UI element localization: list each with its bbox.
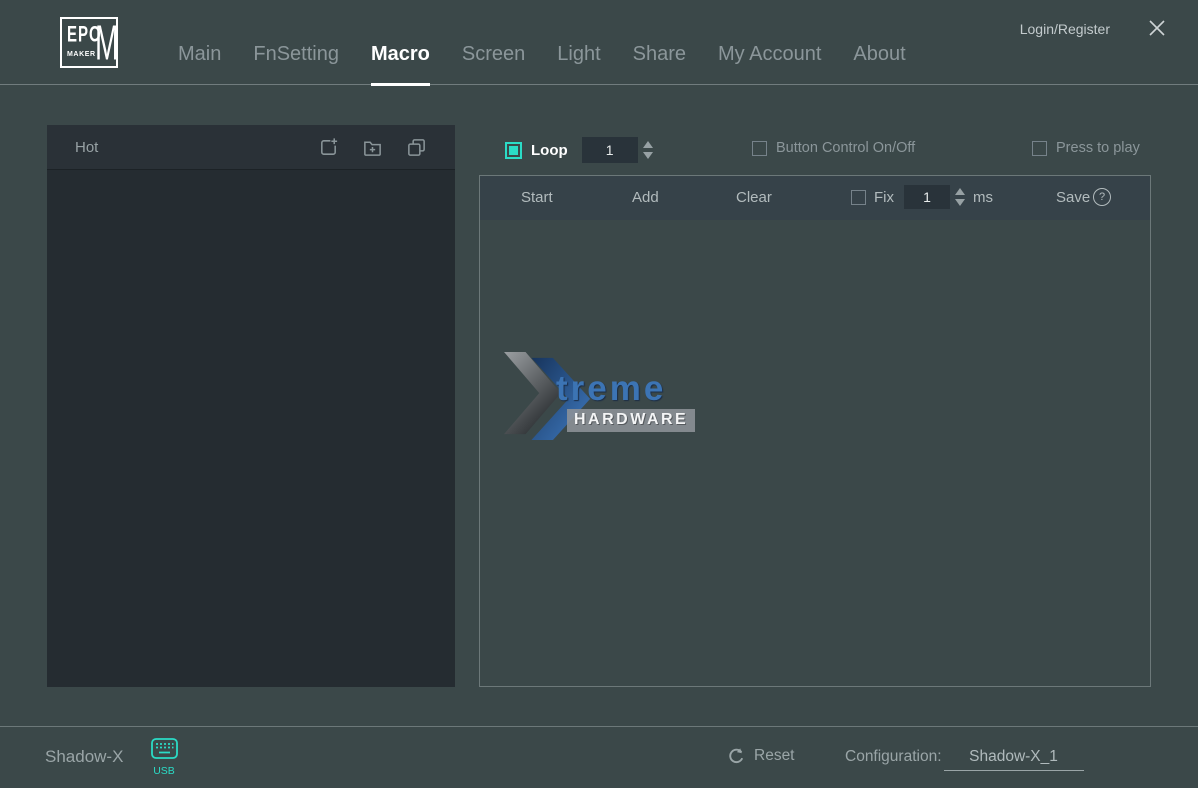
macro-group-title: Hot (75, 139, 318, 156)
main-nav: Main FnSetting Macro Screen Light Share … (178, 43, 906, 66)
step-down-icon[interactable] (955, 199, 965, 206)
copy-icon[interactable] (406, 137, 427, 158)
press-to-play-checkbox[interactable] (1032, 141, 1047, 156)
loop-count-input[interactable]: 1 (582, 137, 638, 163)
device-name-label: Shadow-X (45, 747, 123, 767)
epomaker-logo: EPO MAKER M (60, 17, 118, 68)
button-control-label: Button Control On/Off (776, 140, 915, 156)
macro-toolbar: Start Add Clear Fix 1 ms Save ? (480, 176, 1150, 220)
start-button[interactable]: Start (521, 189, 553, 206)
help-icon[interactable]: ? (1093, 188, 1111, 206)
add-button[interactable]: Add (632, 189, 659, 206)
logo-text-maker: MAKER (67, 51, 96, 58)
new-macro-icon[interactable] (318, 137, 339, 158)
logo-letter-m: M (95, 16, 119, 69)
tab-main[interactable]: Main (178, 43, 221, 66)
configuration-label: Configuration: (845, 748, 942, 766)
close-icon[interactable] (1146, 17, 1168, 39)
clear-button[interactable]: Clear (736, 189, 772, 206)
step-up-icon[interactable] (955, 188, 965, 195)
macro-editor-panel: Start Add Clear Fix 1 ms Save ? (479, 175, 1151, 687)
new-folder-icon[interactable] (362, 137, 383, 158)
usb-label: USB (148, 765, 180, 777)
tab-about[interactable]: About (853, 43, 905, 66)
tab-screen[interactable]: Screen (462, 43, 525, 66)
press-to-play-label: Press to play (1056, 140, 1140, 156)
fix-label: Fix (874, 189, 894, 206)
save-button[interactable]: Save (1056, 189, 1090, 206)
button-control-checkbox[interactable] (752, 141, 767, 156)
macro-list-header: Hot (47, 125, 455, 170)
reset-label: Reset (754, 747, 795, 765)
reset-icon (728, 748, 745, 765)
configuration-selector: Configuration: Shadow-X_1 (845, 748, 1084, 771)
tab-my-account[interactable]: My Account (718, 43, 821, 66)
fix-delay-stepper[interactable] (955, 188, 965, 206)
fix-delay-input[interactable]: 1 (904, 185, 950, 209)
tab-fnsetting[interactable]: FnSetting (253, 43, 339, 66)
configuration-value-field[interactable]: Shadow-X_1 (944, 748, 1084, 771)
loop-checkbox[interactable] (505, 142, 522, 159)
fix-checkbox[interactable] (851, 190, 866, 205)
loop-label: Loop (531, 142, 568, 159)
tab-macro[interactable]: Macro (371, 43, 430, 66)
loop-count-stepper[interactable] (643, 141, 653, 159)
tab-light[interactable]: Light (557, 43, 600, 66)
usb-device-indicator[interactable]: USB (148, 738, 180, 777)
title-bar: EPO MAKER M Main FnSetting Macro Screen … (0, 0, 1198, 85)
footer-divider (0, 726, 1198, 727)
ms-unit-label: ms (973, 189, 993, 206)
macro-options-bar: Loop 1 Button Control On/Off Press to pl… (479, 125, 1151, 175)
tab-share[interactable]: Share (633, 43, 686, 66)
reset-button[interactable]: Reset (728, 747, 795, 765)
step-up-icon[interactable] (643, 141, 653, 148)
macro-list-panel: Hot (47, 125, 455, 687)
keyboard-icon (151, 738, 178, 759)
step-down-icon[interactable] (643, 152, 653, 159)
login-register-link[interactable]: Login/Register (1020, 21, 1110, 37)
